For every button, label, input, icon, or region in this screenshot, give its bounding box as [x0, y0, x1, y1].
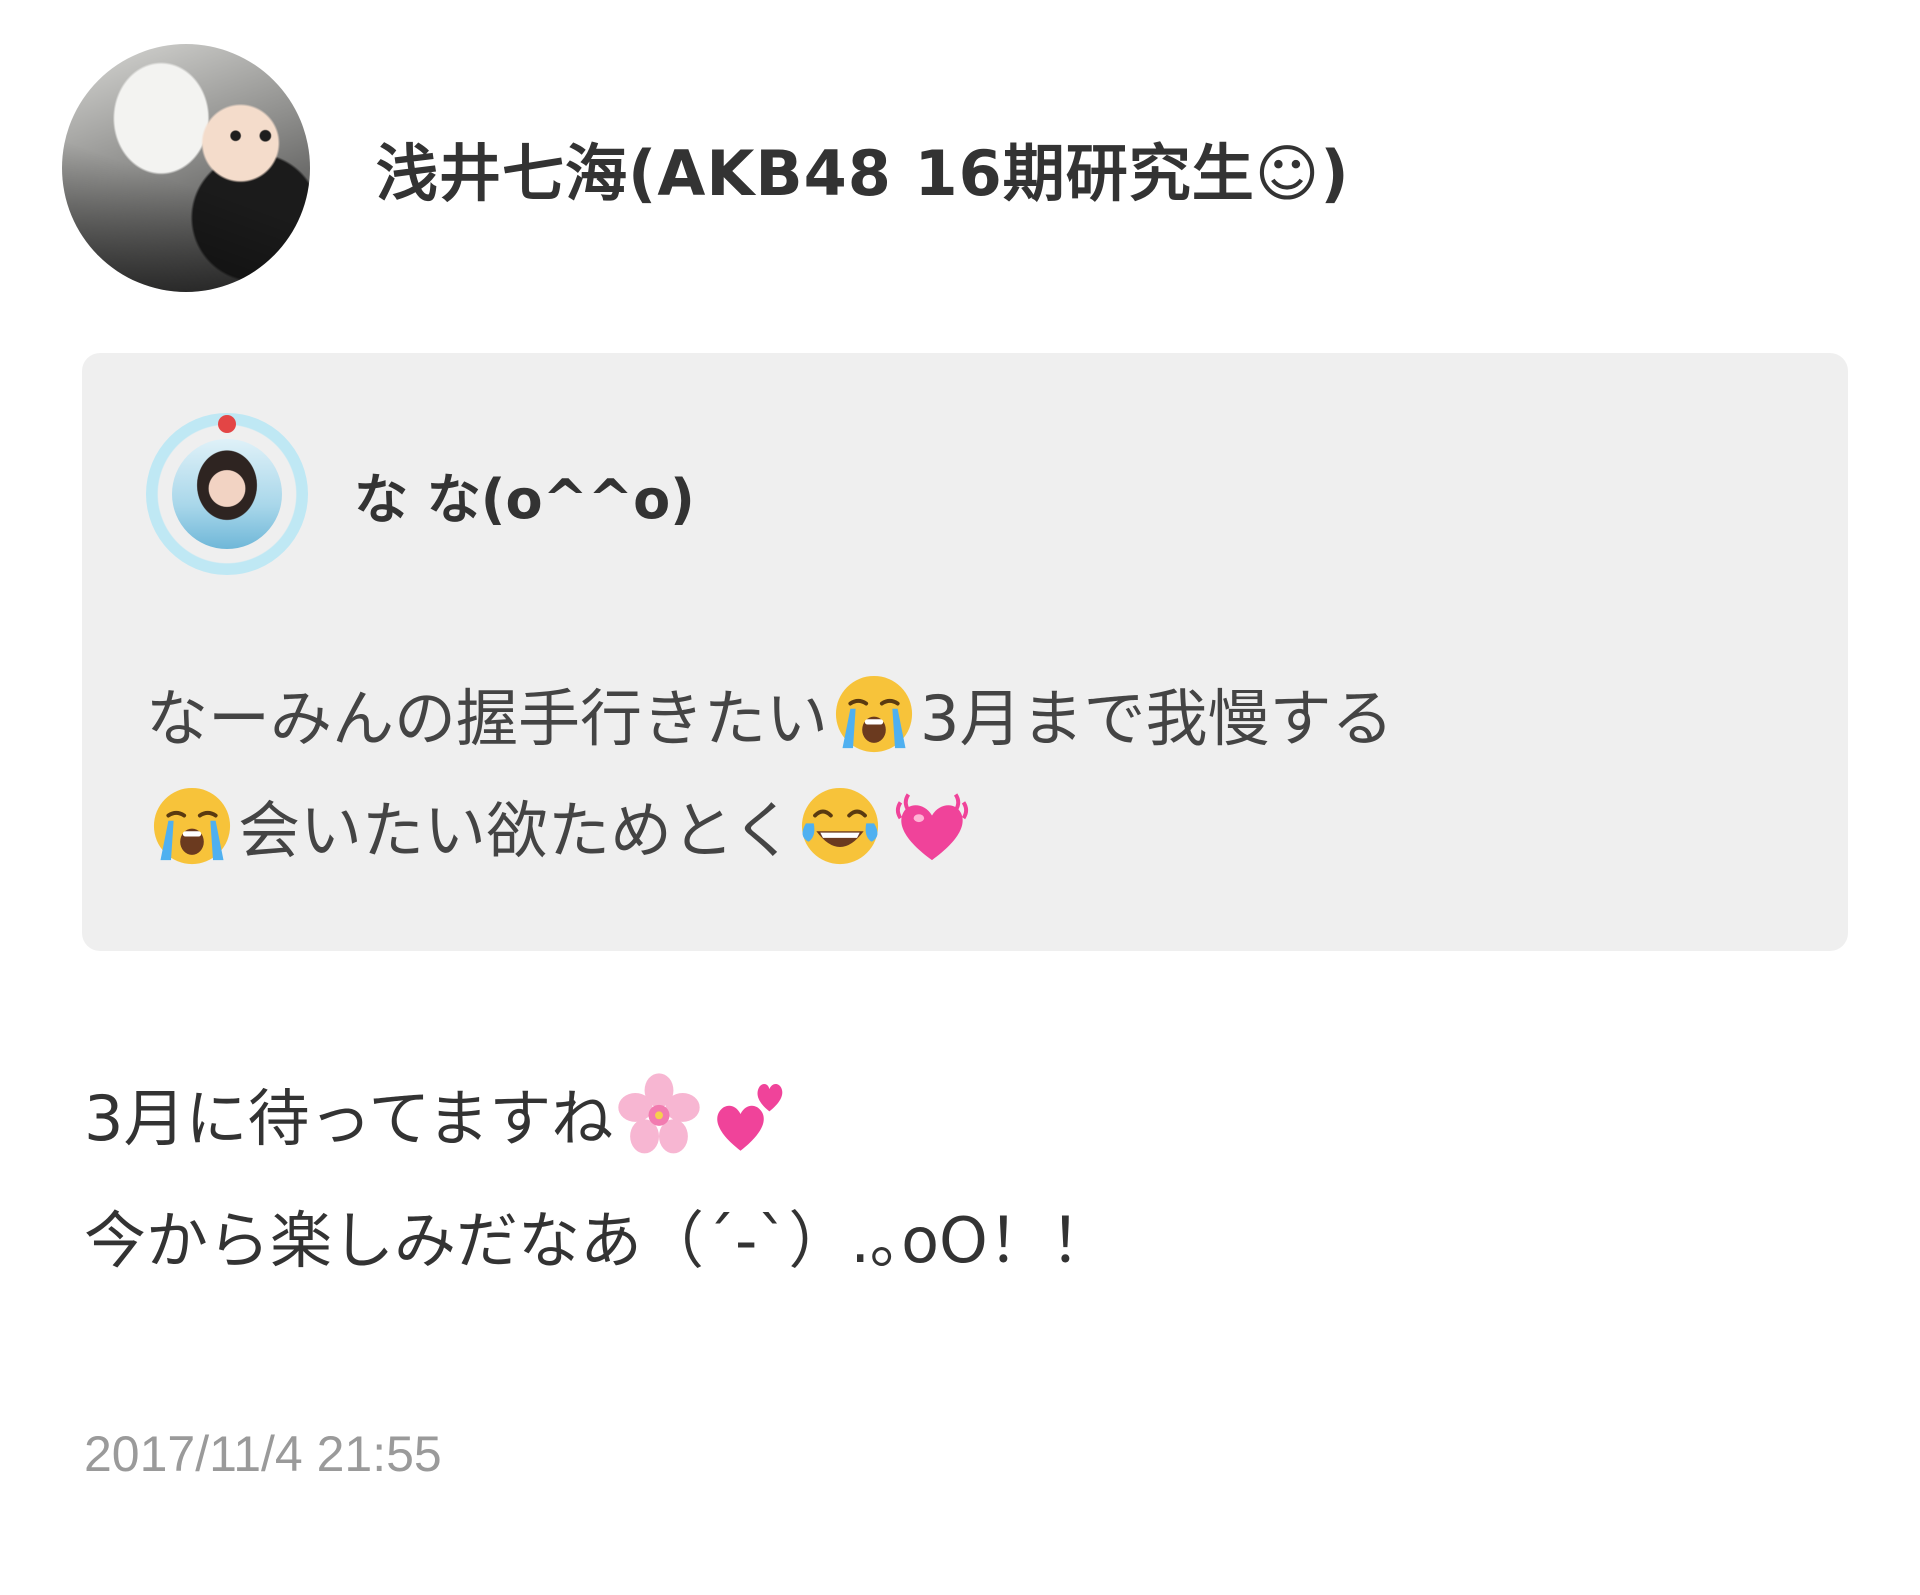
post-text-segment: 3月に待ってますね [84, 1082, 614, 1155]
quoted-post-text: なーみんの握手行きたい 3月まで我慢する 会いたい欲ためとく [146, 663, 1786, 887]
author-name[interactable]: 浅井七海(AKB48 16期研究生☺) [376, 123, 1350, 213]
two-hearts-icon [709, 1072, 793, 1156]
post-author[interactable]: 浅井七海(AKB48 16期研究生☺) [62, 44, 1350, 292]
post-detail: 浅井七海(AKB48 16期研究生☺) な な(o^^o) なーみんの握手行きた… [0, 0, 1920, 1595]
quoted-text-segment: 3月まで我慢する [920, 682, 1394, 755]
quoted-text-segment: 会いたい欲ためとく [238, 794, 795, 867]
cherry-blossom-icon [617, 1072, 701, 1156]
beating-heart-icon [890, 784, 974, 868]
post-text: 3月に待ってますね 今から楽しみだなあ（´-`）.｡oO！！ [84, 1058, 1784, 1302]
loudly-crying-face-icon [832, 672, 916, 756]
post-timestamp: 2017/11/4 21:55 [84, 1426, 442, 1482]
quoted-text-segment: なーみんの握手行きたい [146, 682, 829, 755]
post-text-line: 今から楽しみだなあ（´-`）.｡oO！！ [84, 1204, 1112, 1277]
quoted-post-author[interactable]: な な(o^^o) [146, 413, 695, 575]
quoted-author-avatar[interactable] [146, 413, 308, 575]
quoted-post[interactable]: な な(o^^o) なーみんの握手行きたい 3月まで我慢する 会いたい欲ためとく [82, 353, 1848, 951]
face-with-tears-of-joy-icon [798, 784, 882, 868]
loudly-crying-face-icon [150, 784, 234, 868]
post-text-line: 3月に待ってますね [84, 1058, 1784, 1180]
author-avatar[interactable] [62, 44, 310, 292]
quoted-author-name[interactable]: な な(o^^o) [354, 455, 695, 534]
